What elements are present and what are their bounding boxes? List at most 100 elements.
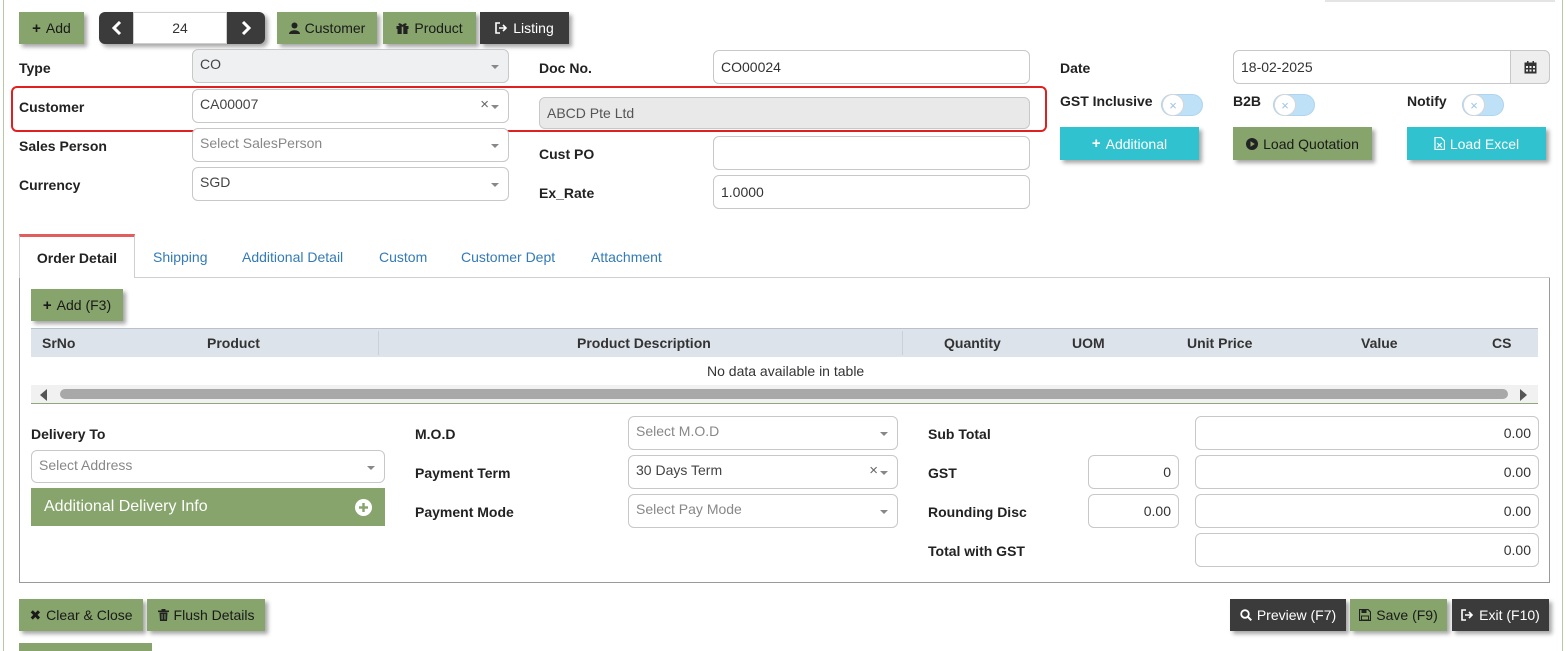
close-icon: ✖ bbox=[29, 606, 42, 623]
preview-button[interactable]: Preview (F7) bbox=[1230, 599, 1346, 631]
scroll-left-icon[interactable] bbox=[40, 389, 47, 401]
clear-icon[interactable]: × bbox=[869, 462, 878, 479]
additional-button[interactable]: + Additional bbox=[1060, 127, 1199, 160]
user-icon bbox=[288, 22, 300, 34]
date-input[interactable]: 18-02-2025 bbox=[1233, 50, 1550, 84]
add-line-button[interactable]: + Add (F3) bbox=[31, 289, 123, 321]
rounding-disc-label: Rounding Disc bbox=[928, 504, 1027, 520]
next-record-button[interactable] bbox=[230, 14, 261, 42]
empty-table-message: No data available in table bbox=[707, 363, 865, 379]
scrollbar-thumb[interactable] bbox=[60, 389, 1508, 399]
payment-mode-select[interactable]: Select Pay Mode bbox=[628, 494, 898, 528]
add-button[interactable]: + Add bbox=[19, 12, 84, 44]
chevron-left-icon bbox=[111, 21, 121, 35]
currency-select[interactable]: SGD bbox=[192, 167, 509, 201]
search-icon bbox=[1240, 609, 1252, 621]
column-header-quantity[interactable]: Quantity bbox=[944, 335, 1001, 351]
tab-attachment[interactable]: Attachment bbox=[591, 249, 662, 265]
sign-out-icon bbox=[1461, 609, 1474, 621]
notify-label: Notify bbox=[1407, 93, 1447, 109]
tab-order-detail[interactable]: Order Detail bbox=[19, 234, 135, 278]
ex-rate-label: Ex_Rate bbox=[539, 185, 595, 201]
rounding-disc-field: 0.00 bbox=[1195, 494, 1539, 528]
payment-mode-label: Payment Mode bbox=[415, 504, 514, 520]
scroll-right-icon[interactable] bbox=[1520, 389, 1527, 401]
chevron-right-icon bbox=[241, 21, 251, 35]
caret-down-icon bbox=[491, 183, 499, 187]
column-header-product-description[interactable]: Product Description bbox=[577, 335, 711, 351]
play-circle-icon bbox=[1246, 137, 1259, 150]
trash-icon bbox=[157, 609, 169, 621]
frame-top-edge bbox=[1325, 0, 1555, 2]
save-button[interactable]: Save (F9) bbox=[1350, 599, 1447, 631]
gst-inclusive-label: GST Inclusive bbox=[1060, 93, 1153, 109]
previous-record-button[interactable] bbox=[101, 14, 132, 42]
additional-delivery-info-panel[interactable]: Additional Delivery Info bbox=[31, 488, 385, 526]
payment-term-label: Payment Term bbox=[415, 465, 511, 481]
caret-down-icon bbox=[880, 510, 888, 514]
doc-no-input[interactable]: CO00024 bbox=[713, 50, 1030, 84]
plus-icon: + bbox=[1091, 135, 1101, 152]
doc-no-label: Doc No. bbox=[539, 60, 592, 76]
ex-rate-input[interactable]: 1.0000 bbox=[713, 175, 1030, 209]
delivery-to-label: Delivery To bbox=[31, 426, 106, 442]
tab-customer-dept[interactable]: Customer Dept bbox=[461, 249, 555, 265]
frame-border-left bbox=[3, 0, 4, 651]
table-bottom-border bbox=[31, 403, 1538, 404]
column-divider bbox=[378, 331, 379, 355]
cust-po-input[interactable] bbox=[713, 136, 1030, 170]
caret-down-icon bbox=[491, 65, 499, 69]
notify-toggle[interactable]: × bbox=[1462, 94, 1504, 116]
column-header-srno[interactable]: SrNo bbox=[42, 335, 75, 351]
b2b-label: B2B bbox=[1233, 93, 1262, 109]
calendar-button[interactable] bbox=[1510, 50, 1550, 84]
mod-select[interactable]: Select M.O.D bbox=[628, 416, 898, 450]
listing-button[interactable]: Listing bbox=[480, 12, 569, 44]
exit-button[interactable]: Exit (F10) bbox=[1452, 599, 1549, 631]
partial-button[interactable] bbox=[19, 643, 152, 651]
column-header-uom[interactable]: UOM bbox=[1072, 335, 1105, 351]
plus-icon: + bbox=[42, 296, 52, 314]
column-header-product[interactable]: Product bbox=[207, 335, 260, 351]
sign-out-icon bbox=[495, 22, 508, 34]
toggle-off-icon: × bbox=[1274, 94, 1296, 116]
column-header-cs[interactable]: CS bbox=[1492, 335, 1511, 351]
type-select[interactable]: CO bbox=[192, 49, 509, 83]
address-select[interactable]: Select Address bbox=[31, 450, 385, 483]
b2b-toggle[interactable]: × bbox=[1273, 94, 1315, 116]
gst-label: GST bbox=[928, 465, 957, 481]
flush-details-button[interactable]: Flush Details bbox=[147, 599, 265, 631]
customer-button[interactable]: Customer bbox=[277, 12, 377, 44]
tab-custom[interactable]: Custom bbox=[379, 249, 427, 265]
frame-border-right bbox=[1562, 0, 1563, 651]
gift-icon bbox=[396, 23, 409, 34]
caret-down-icon bbox=[367, 466, 375, 470]
page-number-input[interactable]: 24 bbox=[133, 12, 227, 44]
column-header-unit-price[interactable]: Unit Price bbox=[1187, 335, 1252, 351]
total-with-gst-field: 0.00 bbox=[1195, 533, 1539, 567]
load-excel-button[interactable]: Load Excel bbox=[1407, 127, 1546, 160]
sales-person-select[interactable]: Select SalesPerson bbox=[192, 128, 509, 162]
type-label: Type bbox=[19, 60, 51, 76]
gst-inclusive-toggle[interactable]: × bbox=[1161, 94, 1203, 116]
sub-total-field: 0.00 bbox=[1195, 416, 1539, 450]
load-quotation-button[interactable]: Load Quotation bbox=[1233, 127, 1372, 160]
column-header-value[interactable]: Value bbox=[1361, 335, 1398, 351]
sub-total-label: Sub Total bbox=[928, 426, 991, 442]
plus-icon: + bbox=[32, 19, 41, 37]
customer-highlight-box bbox=[11, 86, 1047, 132]
excel-file-icon bbox=[1434, 137, 1445, 150]
product-button[interactable]: Product bbox=[383, 12, 476, 44]
date-label: Date bbox=[1060, 60, 1091, 76]
sales-person-label: Sales Person bbox=[19, 138, 107, 154]
mod-label: M.O.D bbox=[415, 426, 456, 442]
payment-term-select[interactable]: 30 Days Term × bbox=[628, 455, 898, 489]
rounding-disc-input[interactable]: 0.00 bbox=[1088, 494, 1179, 528]
clear-close-button[interactable]: ✖ Clear & Close bbox=[19, 599, 143, 631]
tab-shipping[interactable]: Shipping bbox=[153, 249, 208, 265]
plus-circle-icon bbox=[355, 498, 372, 516]
save-icon bbox=[1359, 609, 1372, 621]
gst-rate-input[interactable]: 0 bbox=[1088, 455, 1179, 489]
tab-additional-detail[interactable]: Additional Detail bbox=[242, 249, 343, 265]
cust-po-label: Cust PO bbox=[539, 146, 595, 162]
